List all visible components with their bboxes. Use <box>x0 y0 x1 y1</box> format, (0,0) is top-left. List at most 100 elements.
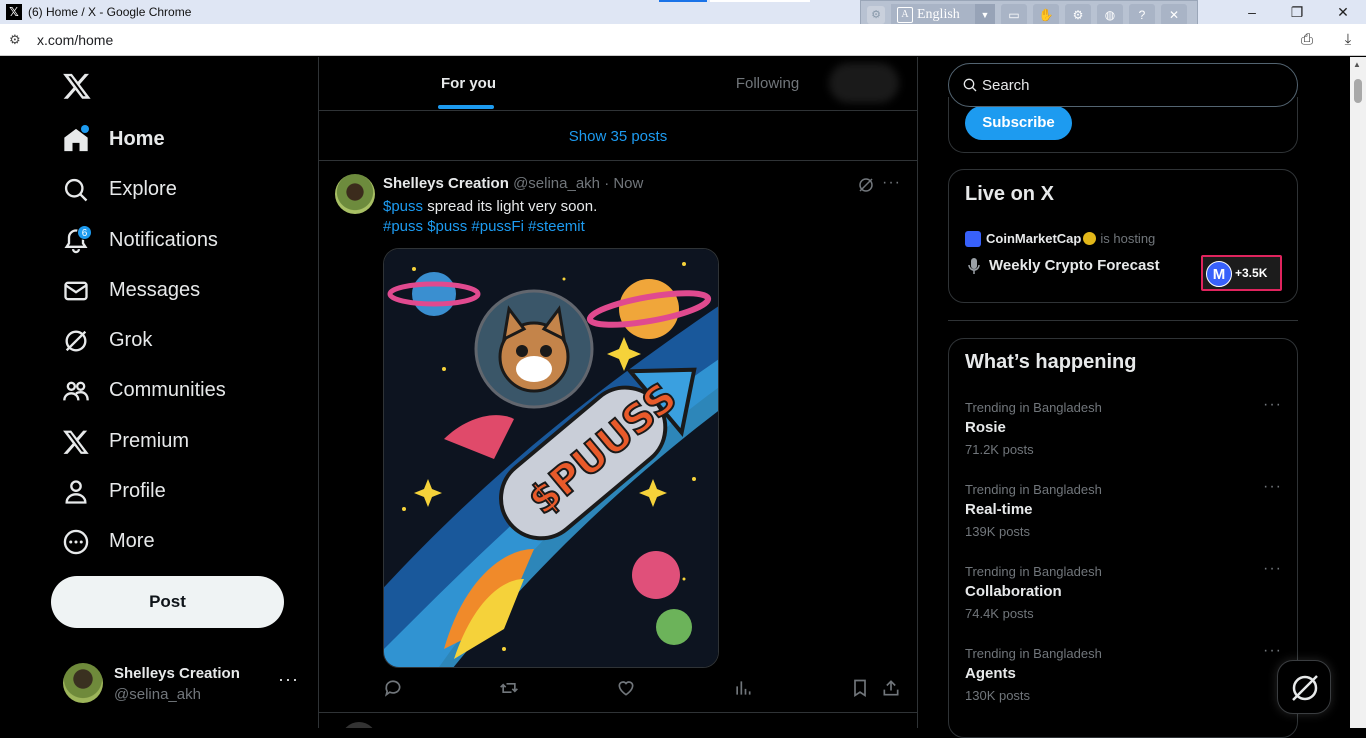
hashtag-link[interactable]: #steemit <box>528 218 585 235</box>
cashtag-link[interactable]: $puss <box>427 218 467 235</box>
page-scrollbar[interactable]: ▲ <box>1350 57 1366 728</box>
tweet-text: $puss spread its light very soon. #puss … <box>383 197 597 237</box>
like-icon[interactable] <box>616 678 636 698</box>
live-show-title[interactable]: Weekly Crypto Forecast <box>989 257 1160 274</box>
settings-icon[interactable]: ⚙ <box>1065 4 1091 26</box>
account-handle: @selina_akh <box>114 686 201 703</box>
tweet-header: Shelleys Creation @selina_akh · Now <box>383 175 643 192</box>
share-icon[interactable] <box>881 678 901 698</box>
minimize-button[interactable]: – <box>1242 3 1262 21</box>
nav-messages-label: Messages <box>109 279 201 301</box>
nav-communities[interactable]: Communities <box>52 367 292 415</box>
tweet-author-handle[interactable]: @selina_akh <box>513 175 600 192</box>
url-field[interactable]: x.com/home <box>37 32 113 48</box>
reply-icon[interactable] <box>383 678 403 698</box>
post-button[interactable]: Post <box>51 576 284 628</box>
bookmark-icon[interactable] <box>850 678 870 698</box>
site-settings-icon[interactable]: ⚙ <box>9 32 25 48</box>
trend-more-icon[interactable]: ··· <box>1263 642 1282 660</box>
next-tweet-avatar[interactable] <box>341 722 377 728</box>
restore-button[interactable]: ❐ <box>1287 3 1307 21</box>
help-icon[interactable]: ? <box>1129 4 1155 26</box>
nav-communities-label: Communities <box>109 379 226 401</box>
language-tool-icon[interactable]: ⚙ <box>867 6 885 24</box>
grok-icon[interactable] <box>857 176 875 194</box>
avatar <box>63 663 103 703</box>
trend-count: 130K posts <box>965 688 1031 703</box>
tweet-author-avatar[interactable] <box>335 174 375 214</box>
nav-profile[interactable]: Profile <box>52 468 292 516</box>
subscribe-button[interactable]: Subscribe <box>965 106 1072 140</box>
close-window-button[interactable]: ✕ <box>1333 3 1353 21</box>
notifications-badge: 6 <box>77 225 92 240</box>
close-tool-icon[interactable]: ✕ <box>1161 4 1187 26</box>
trend-more-icon[interactable]: ··· <box>1263 560 1282 578</box>
trend-item[interactable]: Trending in Bangladesh Real-time 139K po… <box>949 478 1299 564</box>
right-sidebar: Subscribe Search Live on X CoinMarketCap… <box>948 57 1299 738</box>
scroll-up-arrow-icon[interactable]: ▲ <box>1353 60 1361 69</box>
trend-more-icon[interactable]: ··· <box>1263 396 1282 414</box>
search-icon <box>64 178 88 202</box>
account-more-icon[interactable]: ··· <box>278 669 299 690</box>
keyboard-icon[interactable]: ▭ <box>1001 4 1027 26</box>
listener-count: +3.5K <box>1235 266 1268 280</box>
tweet-time[interactable]: · Now <box>604 175 643 192</box>
blurred-overlay <box>829 63 899 103</box>
trend-count: 71.2K posts <box>965 442 1034 457</box>
nav-home[interactable]: Home <box>52 116 292 164</box>
hashtag-link[interactable]: #puss <box>383 218 423 235</box>
nav-notifications[interactable]: 6 Notifications <box>52 217 292 265</box>
x-logo-icon[interactable] <box>62 71 92 101</box>
coinmarketcap-logo-icon <box>965 231 981 247</box>
verified-badge-icon <box>1083 232 1097 245</box>
mail-icon <box>64 281 88 301</box>
nav-more-label: More <box>109 530 155 552</box>
live-listeners-button[interactable]: M +3.5K <box>1201 255 1282 291</box>
tweet-more-icon[interactable]: ··· <box>882 174 901 192</box>
tweet-text-body: spread its light very soon. <box>423 198 598 215</box>
divider <box>948 320 1298 321</box>
trend-item[interactable]: Trending in Bangladesh Collaboration 74.… <box>949 560 1299 646</box>
tweet[interactable]: Shelleys Creation @selina_akh · Now ··· … <box>319 162 917 713</box>
trend-name: Rosie <box>965 419 1006 436</box>
nav-notifications-label: Notifications <box>109 229 218 251</box>
nav-more[interactable]: More <box>52 518 292 566</box>
trend-count: 139K posts <box>965 524 1031 539</box>
account-switcher[interactable]: Shelleys Creation @selina_akh ··· <box>52 653 308 713</box>
search-input[interactable]: Search <box>948 63 1298 107</box>
nav-explore-label: Explore <box>109 178 177 200</box>
microphone-icon <box>968 258 980 274</box>
left-navigation: Home Explore 6 Notifications Messages Gr… <box>0 57 318 728</box>
trend-item[interactable]: Trending in Bangladesh Agents 130K posts… <box>949 642 1299 728</box>
trend-more-icon[interactable]: ··· <box>1263 478 1282 496</box>
tweet-author-name[interactable]: Shelleys Creation <box>383 175 509 192</box>
tweet-image[interactable]: $PUUSS <box>383 248 719 668</box>
cashtag-link[interactable]: $puss <box>383 198 423 215</box>
nav-home-label: Home <box>109 128 165 150</box>
live-host[interactable]: CoinMarketCap is hosting <box>986 231 1155 246</box>
grok-floating-button[interactable] <box>1277 660 1331 714</box>
hashtag-link[interactable]: #pussFi <box>471 218 524 235</box>
trend-item[interactable]: Trending in Bangladesh Rosie 71.2K posts… <box>949 396 1299 482</box>
install-app-icon[interactable]: ⎙ <box>1297 30 1317 50</box>
download-icon[interactable]: ⤓ <box>1338 30 1358 50</box>
trend-name: Real-time <box>965 501 1033 518</box>
show-new-posts-button[interactable]: Show 35 posts <box>319 113 917 161</box>
nav-premium[interactable]: Premium <box>52 418 292 466</box>
nav-messages[interactable]: Messages <box>52 267 292 315</box>
views-icon[interactable] <box>733 678 753 698</box>
repost-icon[interactable] <box>499 678 519 698</box>
active-tab-underline <box>438 105 494 109</box>
nav-profile-label: Profile <box>109 480 166 502</box>
tab-for-you[interactable]: For you <box>319 57 618 111</box>
trend-context: Trending in Bangladesh <box>965 646 1102 661</box>
globe-icon[interactable]: ◍ <box>1097 4 1123 26</box>
grok-icon <box>1292 675 1318 701</box>
trend-context: Trending in Bangladesh <box>965 482 1102 497</box>
chevron-down-icon[interactable]: ▼ <box>975 4 995 26</box>
nav-explore[interactable]: Explore <box>52 166 292 214</box>
address-bar: ⚙ x.com/home ⎙ ⤓ <box>0 24 1366 56</box>
scrollbar-thumb[interactable] <box>1354 79 1362 103</box>
nav-grok[interactable]: Grok <box>52 317 292 365</box>
hand-icon[interactable]: ✋ <box>1033 4 1059 26</box>
